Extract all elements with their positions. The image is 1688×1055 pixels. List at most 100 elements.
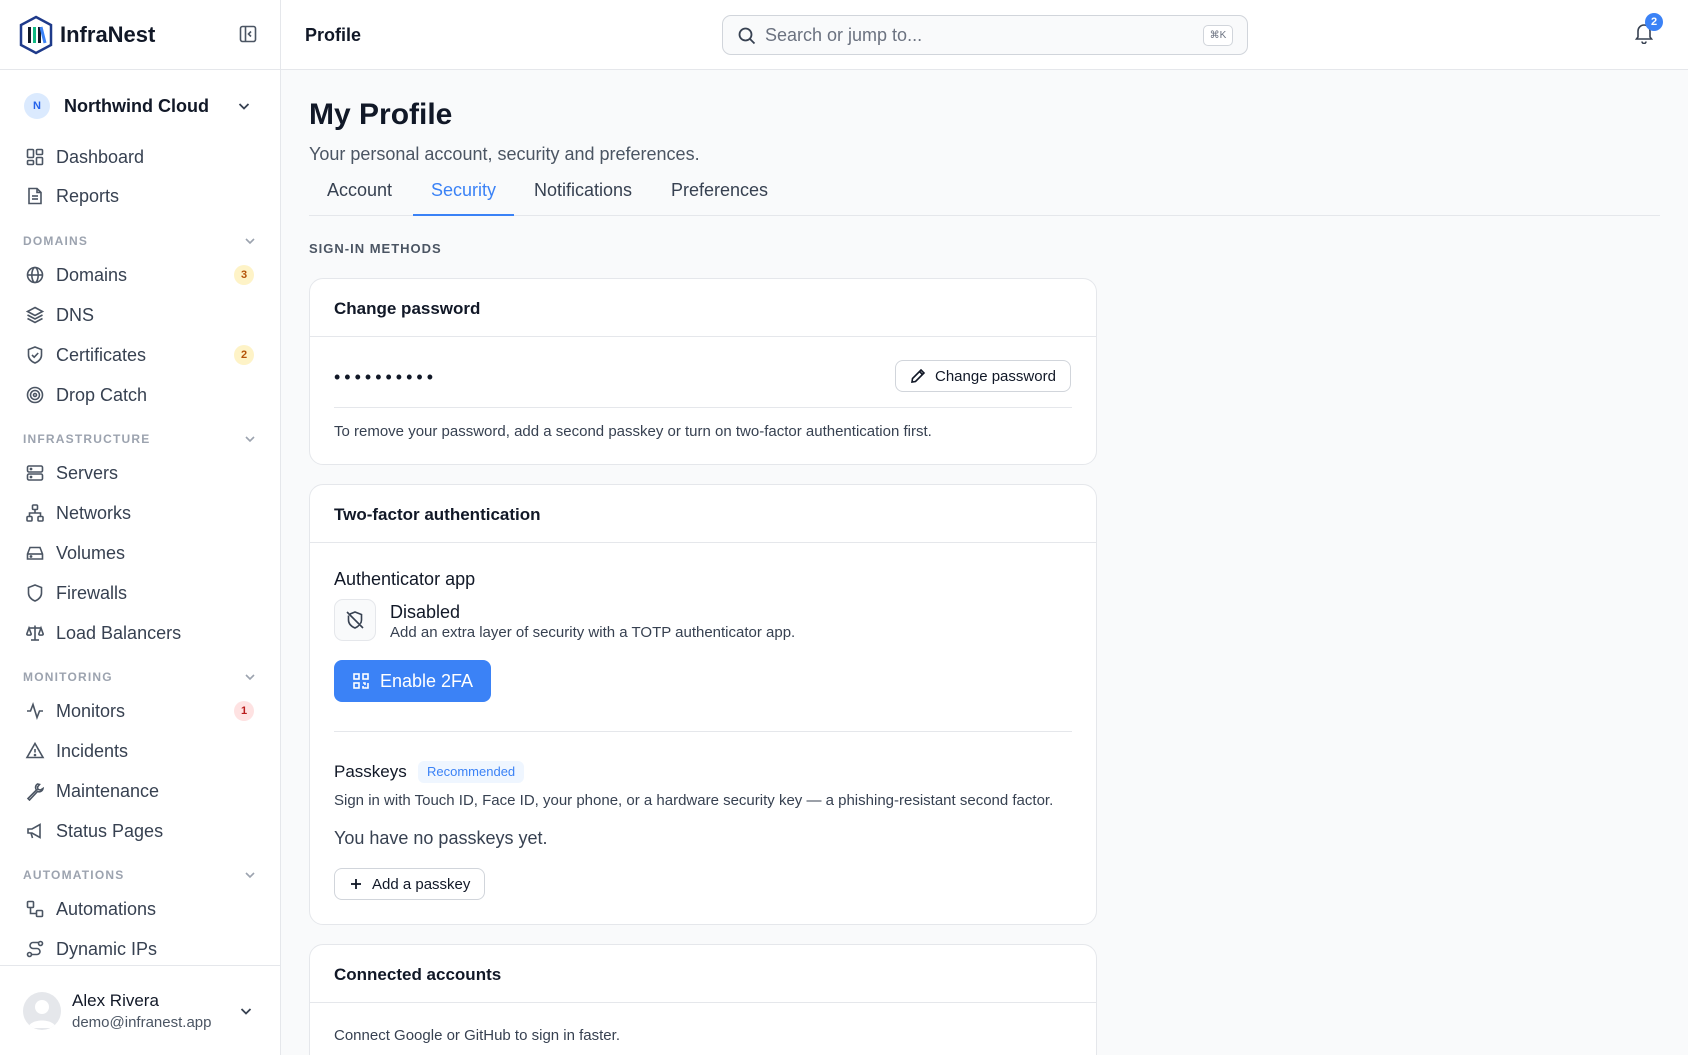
chevron-down-icon: [243, 234, 257, 248]
topbar-page-title: Profile: [305, 25, 362, 45]
topbar: Profile ⌘K 2: [281, 0, 1688, 70]
section-label-sign-in-methods: SIGN-IN METHODS: [309, 241, 442, 256]
target-icon: [25, 385, 45, 405]
infranest-logo-icon[interactable]: [18, 15, 54, 55]
section-header-domains[interactable]: DOMAINS: [23, 232, 257, 250]
sidebar-item-reports[interactable]: Reports: [16, 178, 264, 214]
sidebar-item-maintenance[interactable]: Maintenance: [16, 773, 264, 809]
section-header-monitoring[interactable]: MONITORING: [23, 668, 257, 686]
global-search[interactable]: ⌘K: [722, 15, 1248, 55]
wrench-icon: [25, 781, 45, 801]
workflow-icon: [25, 899, 45, 919]
divider: [334, 731, 1072, 732]
chevron-down-icon: [243, 432, 257, 446]
sidebar-item-label: Load Balancers: [56, 622, 182, 643]
sidebar-item-servers[interactable]: Servers: [16, 455, 264, 491]
section-header-infrastructure[interactable]: INFRASTRUCTURE: [23, 430, 257, 448]
divider: [334, 407, 1072, 408]
sidebar-item-load-balancers[interactable]: Load Balancers: [16, 615, 264, 651]
sidebar-item-networks[interactable]: Networks: [16, 495, 264, 531]
sidebar-item-label: Reports: [56, 185, 120, 206]
sidebar-item-dns[interactable]: DNS: [16, 297, 264, 333]
connected-accounts-card: Connected accounts Connect Google or Git…: [309, 944, 1097, 1055]
network-icon: [25, 503, 45, 523]
tab-preferences[interactable]: Preferences: [653, 174, 786, 216]
sidebar-item-label: Networks: [56, 502, 132, 523]
sidebar-item-dashboard[interactable]: Dashboard: [16, 139, 264, 175]
recommended-badge: Recommended: [418, 761, 525, 783]
org-switcher[interactable]: N Northwind Cloud: [16, 88, 264, 124]
brand-name: InfraNest: [60, 22, 156, 47]
chevron-down-icon: [243, 670, 257, 684]
change-password-card: Change password •••••••••• Change passwo…: [309, 278, 1097, 465]
sidebar-item-domains[interactable]: Domains 3: [16, 257, 264, 293]
tab-security[interactable]: Security: [413, 174, 515, 216]
sidebar-item-firewalls[interactable]: Firewalls: [16, 575, 264, 611]
button-label: Enable 2FA: [380, 670, 474, 691]
count-badge: 3: [234, 265, 254, 285]
sidebar-item-label: Automations: [56, 898, 157, 919]
sidebar-item-automations[interactable]: Automations: [16, 891, 264, 927]
megaphone-icon: [25, 821, 45, 841]
org-avatar: N: [24, 93, 50, 119]
tab-notifications[interactable]: Notifications: [516, 174, 650, 216]
sidebar-item-status-pages[interactable]: Status Pages: [16, 813, 264, 849]
sidebar-item-label: Incidents: [56, 740, 129, 761]
notifications-button[interactable]: 2: [1634, 13, 1663, 44]
sidebar-item-label: DNS: [56, 304, 95, 325]
chevron-down-icon: [236, 98, 252, 114]
password-note: To remove your password, add a second pa…: [334, 423, 932, 440]
sidebar-item-label: Maintenance: [56, 780, 160, 801]
shield-off-icon: [334, 599, 376, 641]
search-input[interactable]: [765, 22, 1165, 48]
tab-account[interactable]: Account: [309, 174, 410, 216]
passkeys-empty-state: You have no passkeys yet.: [334, 828, 548, 848]
qr-code-icon: [352, 672, 370, 690]
sidebar-item-incidents[interactable]: Incidents: [16, 733, 264, 769]
add-passkey-button[interactable]: Add a passkey: [334, 868, 486, 900]
search-icon: [737, 26, 757, 46]
scale-icon: [25, 623, 45, 643]
plus-icon: [349, 877, 363, 891]
sidebar-item-dynamic-ips[interactable]: Dynamic IPs: [16, 931, 264, 967]
sidebar-item-label: Volumes: [56, 542, 126, 563]
passkeys-description: Sign in with Touch ID, Face ID, your pho…: [334, 792, 1054, 809]
layers-icon: [25, 305, 45, 325]
route-icon: [25, 939, 45, 959]
activity-icon: [25, 701, 45, 721]
count-badge: 2: [234, 345, 254, 365]
chevron-down-icon: [243, 868, 257, 882]
sidebar-item-label: Firewalls: [56, 582, 128, 603]
sidebar-item-volumes[interactable]: Volumes: [16, 535, 264, 571]
authenticator-app-heading: Authenticator app: [334, 569, 476, 589]
connected-accounts-description: Connect Google or GitHub to sign in fast…: [334, 1027, 620, 1044]
sidebar-item-label: Drop Catch: [56, 384, 148, 405]
section-header-automations[interactable]: AUTOMATIONS: [23, 866, 257, 884]
card-title: Two-factor authentication: [310, 485, 1096, 543]
section-title: MONITORING: [23, 670, 113, 684]
enable-2fa-button[interactable]: Enable 2FA: [334, 660, 492, 702]
passkeys-heading: Passkeys: [334, 762, 407, 781]
2fa-status: Disabled: [390, 602, 461, 622]
button-label: Change password: [935, 367, 1056, 385]
masked-password: ••••••••••: [334, 367, 438, 387]
count-badge: 1: [234, 701, 254, 721]
dashboard-icon: [25, 147, 45, 167]
change-password-button[interactable]: Change password: [895, 360, 1071, 392]
section-title: INFRASTRUCTURE: [23, 432, 151, 446]
sidebar-collapse-icon[interactable]: [239, 25, 257, 43]
sidebar-item-certificates[interactable]: Certificates 2: [16, 337, 264, 373]
user-menu[interactable]: Alex Rivera demo@infranest.app: [0, 965, 280, 1055]
sidebar-item-monitors[interactable]: Monitors 1: [16, 693, 264, 729]
user-name: Alex Rivera: [72, 991, 159, 1010]
section-title: AUTOMATIONS: [23, 868, 125, 882]
2fa-status-description: Add an extra layer of security with a TO…: [390, 624, 796, 641]
alert-triangle-icon: [25, 741, 45, 761]
globe-icon: [25, 265, 45, 285]
page-title: My Profile: [309, 98, 453, 131]
sidebar: InfraNest N Northwind Cloud Dashboard Re…: [0, 0, 281, 1055]
sidebar-item-label: Monitors: [56, 700, 126, 721]
card-title: Change password: [310, 279, 1096, 337]
sidebar-item-drop-catch[interactable]: Drop Catch: [16, 377, 264, 413]
section-title: DOMAINS: [23, 234, 89, 248]
